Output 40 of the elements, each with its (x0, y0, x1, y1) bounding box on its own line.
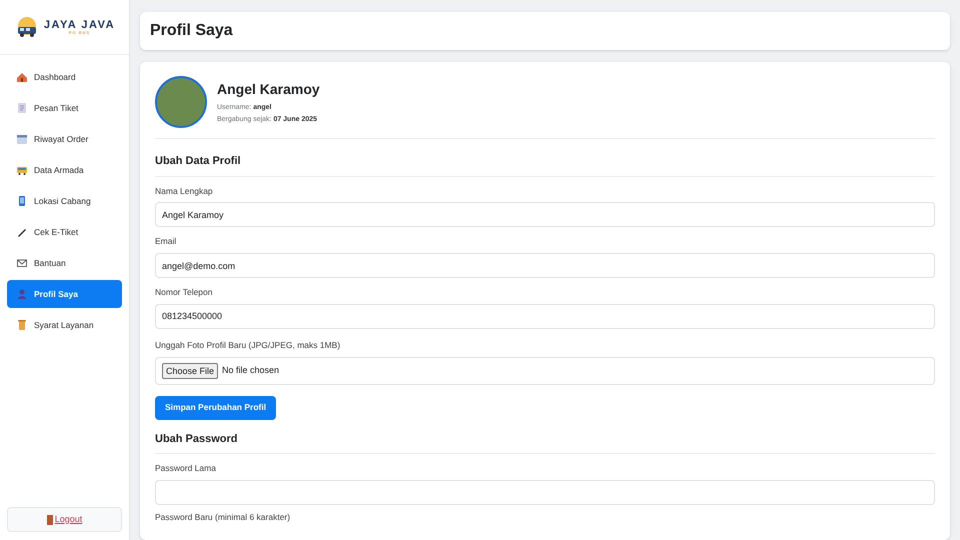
sidebar-item[interactable]: Dashboard (7, 63, 122, 91)
choose-file-button[interactable]: Choose File (162, 362, 218, 378)
input-field[interactable]: Angel Karamoy (155, 202, 935, 228)
field-label: Email (155, 235, 178, 248)
sidebar-item[interactable]: Lokasi Cabang (7, 187, 122, 215)
sidebar-item[interactable]: Bantuan (7, 249, 122, 277)
field-label: Nama Lengkap (155, 184, 214, 198)
document-icon (16, 102, 28, 114)
envelope-icon (16, 257, 28, 269)
sidebar-item[interactable]: Riwayat Order (7, 125, 122, 153)
profile-name: Angel Karamoy (217, 80, 320, 99)
door-icon (46, 514, 53, 524)
input-field[interactable]: angel@demo.com (155, 253, 935, 278)
section-title: Ubah Password (155, 430, 935, 454)
calendar-icon (16, 133, 28, 145)
field-label: Nomor Telepon (155, 286, 214, 299)
section-title: Ubah Data Profil (155, 153, 935, 176)
file-input-field[interactable]: Choose File No file chosen (155, 356, 935, 384)
page-title: Profil Saya (150, 21, 233, 41)
field-label: Password Lama (155, 462, 217, 475)
bus-icon (16, 164, 28, 176)
field-label: Unggah Foto Profil Baru (JPG/JPEG, maks 1MB) (155, 338, 342, 352)
input-field[interactable]: 081234500000 (155, 304, 935, 329)
sidebar-item[interactable]: Syarat Layanan (7, 311, 122, 339)
save-profile-button[interactable]: Simpan Perubahan Profil (155, 396, 276, 420)
pen-icon (16, 226, 28, 238)
person-icon (16, 288, 28, 300)
sidebar-item[interactable]: Pesan Tiket (7, 94, 122, 122)
sidebar-item[interactable]: Data Armada (7, 156, 122, 184)
avatar-photo-placeholder (155, 76, 207, 128)
logo-title: JAYA JAVA (44, 20, 116, 30)
file-status-text: No file chosen (222, 364, 280, 377)
input-field[interactable] (155, 480, 935, 505)
field-label: Password Baru (minimal 6 karakter) (155, 510, 292, 524)
phone-icon (16, 195, 28, 207)
sidebar-item[interactable]: Profil Saya (7, 280, 122, 308)
logout-button[interactable]: Logout (7, 507, 122, 532)
house-icon (16, 71, 28, 83)
scroll-icon (16, 319, 28, 331)
sidebar-item[interactable]: Cek E-Tiket (7, 218, 122, 246)
